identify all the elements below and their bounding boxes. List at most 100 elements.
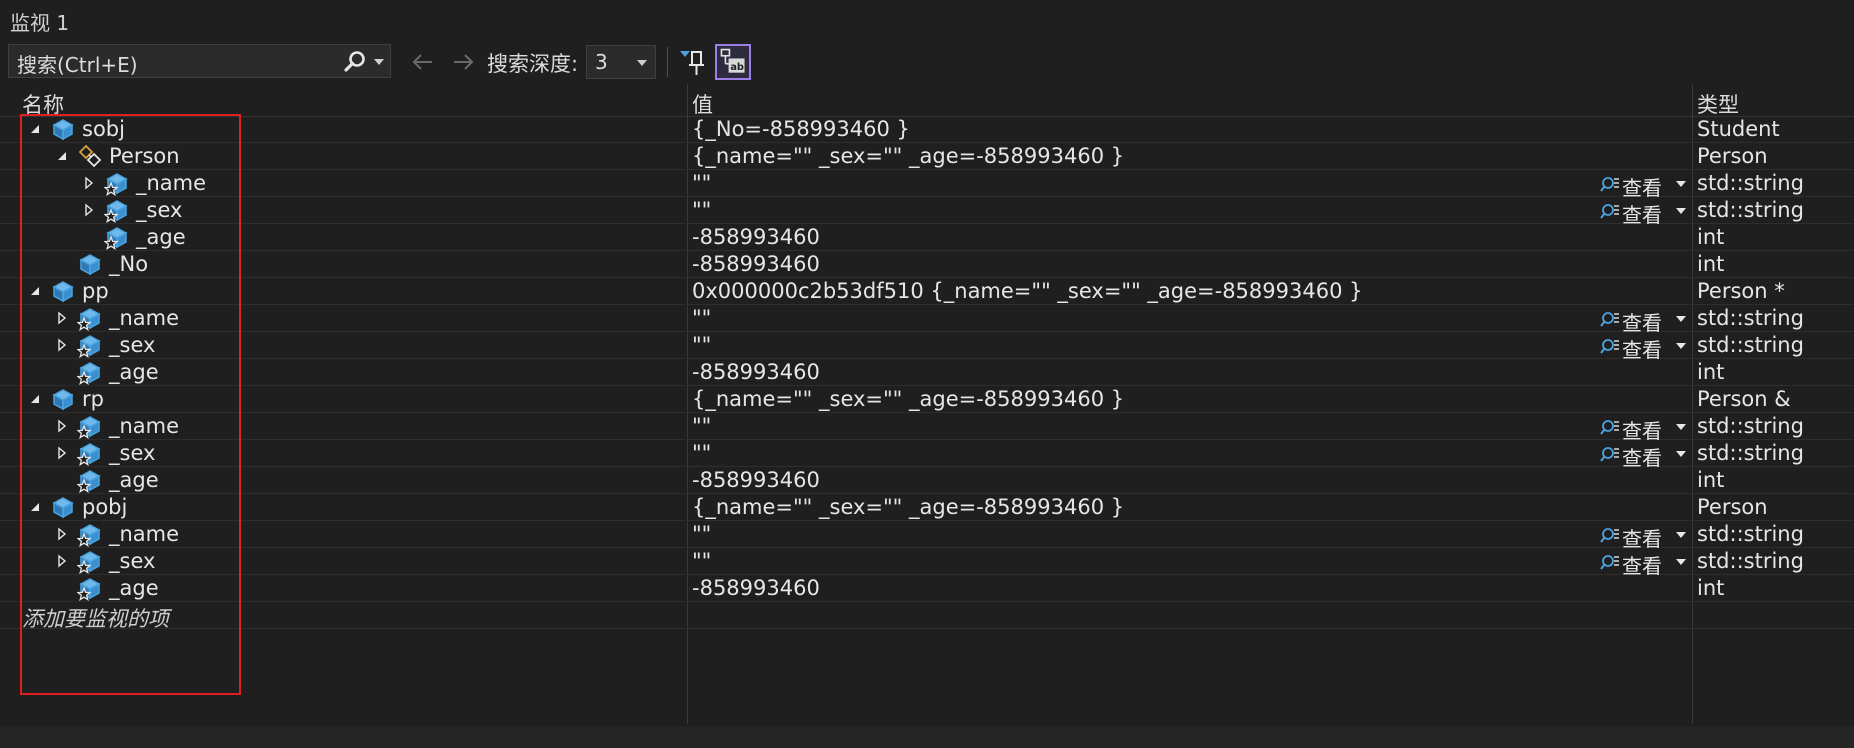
row-name: _sex: [136, 198, 183, 222]
collapsed-arrow-icon[interactable]: [55, 554, 69, 568]
row-value[interactable]: 0x000000c2b53df510 {_name="" _sex="" _ag…: [692, 279, 1362, 303]
row-type: Person &: [1697, 387, 1791, 411]
protected-field-icon: [77, 335, 101, 358]
chevron-down-icon[interactable]: [1676, 181, 1686, 187]
chevron-down-icon[interactable]: [1676, 316, 1686, 322]
expanded-arrow-icon[interactable]: [28, 284, 42, 298]
row-value[interactable]: "": [692, 549, 711, 573]
collapsed-arrow-icon[interactable]: [82, 203, 96, 217]
expanded-arrow-icon[interactable]: [55, 149, 69, 163]
magnifier-icon: [1600, 528, 1619, 543]
row-type: std::string: [1697, 414, 1804, 438]
watch-grid: 名称 值 类型 sobj {_No=-858993460 } Student Pers…: [0, 84, 1854, 748]
magnifier-icon: [1600, 555, 1619, 570]
chevron-down-icon[interactable]: [1676, 208, 1686, 214]
chevron-down-icon[interactable]: [637, 60, 647, 66]
row-value[interactable]: "": [692, 198, 711, 222]
column-header-type[interactable]: 类型: [1697, 89, 1739, 119]
watch-row[interactable]: _sex "" 查看 std::string: [0, 332, 1854, 362]
row-value[interactable]: -858993460: [692, 225, 820, 249]
row-type: int: [1697, 252, 1725, 276]
chevron-down-icon[interactable]: [1676, 343, 1686, 349]
protected-field-icon: [77, 308, 101, 331]
watch-row[interactable]: _sex "" 查看 std::string: [0, 197, 1854, 227]
chevron-down-icon[interactable]: [1676, 424, 1686, 430]
watch-row[interactable]: _age -858993460 int: [0, 575, 1854, 602]
collapsed-arrow-icon[interactable]: [55, 311, 69, 325]
row-value[interactable]: "": [692, 522, 711, 546]
row-value[interactable]: {_name="" _sex="" _age=-858993460 }: [692, 144, 1124, 168]
row-value[interactable]: -858993460: [692, 252, 820, 276]
display-format-toggle-icon[interactable]: ab: [715, 44, 751, 80]
row-value[interactable]: {_name="" _sex="" _age=-858993460 }: [692, 387, 1124, 411]
search-depth-label: 搜索深度:: [487, 52, 579, 76]
column-header-name[interactable]: 名称: [22, 89, 64, 119]
pin-icon[interactable]: [678, 45, 710, 79]
collapsed-arrow-icon[interactable]: [55, 446, 69, 460]
row-name: _name: [109, 414, 180, 438]
row-value[interactable]: "": [692, 171, 711, 195]
watch-row[interactable]: _age -858993460 int: [0, 359, 1854, 386]
row-name: _name: [109, 306, 180, 330]
watch-row[interactable]: pobj {_name="" _sex="" _age=-858993460 } P…: [0, 494, 1854, 521]
search-depth-select[interactable]: 3: [586, 45, 656, 79]
row-name: sobj: [82, 117, 125, 141]
watch-row[interactable]: _name "" 查看 std::string: [0, 305, 1854, 335]
row-value[interactable]: "": [692, 333, 711, 357]
toolbar-separator: [667, 47, 668, 77]
row-value[interactable]: "": [692, 306, 711, 330]
row-value[interactable]: {_No=-858993460 }: [692, 117, 910, 141]
collapsed-arrow-icon[interactable]: [55, 527, 69, 541]
watch-row[interactable]: _sex "" 查看 std::string: [0, 440, 1854, 470]
watch-row[interactable]: _name "" 查看 std::string: [0, 521, 1854, 551]
watch-row[interactable]: _age -858993460 int: [0, 224, 1854, 251]
expanded-arrow-icon[interactable]: [28, 392, 42, 406]
search-icon[interactable]: [342, 49, 368, 75]
magnifier-icon: [1600, 204, 1619, 219]
search-next-icon[interactable]: [450, 49, 476, 75]
chevron-down-icon[interactable]: [1676, 532, 1686, 538]
row-value[interactable]: -858993460: [692, 468, 820, 492]
chevron-down-icon[interactable]: [1676, 451, 1686, 457]
row-value[interactable]: -858993460: [692, 360, 820, 384]
expanded-arrow-icon[interactable]: [28, 122, 42, 136]
object-icon: [52, 389, 74, 411]
watch-row[interactable]: _name "" 查看 std::string: [0, 170, 1854, 200]
expanded-arrow-icon[interactable]: [28, 500, 42, 514]
horizontal-scrollbar[interactable]: [0, 726, 1854, 748]
window-title-bar: 监视 1: [0, 0, 1854, 40]
add-watch-placeholder[interactable]: 添加要监视的项: [22, 603, 169, 633]
column-header-value[interactable]: 值: [692, 89, 713, 119]
row-value[interactable]: -858993460: [692, 576, 820, 600]
protected-field-icon: [104, 173, 128, 196]
watch-row[interactable]: _sex "" 查看 std::string: [0, 548, 1854, 578]
row-name: _sex: [109, 333, 156, 357]
watch-row[interactable]: _age -858993460 int: [0, 467, 1854, 494]
search-previous-icon[interactable]: [410, 49, 436, 75]
search-input[interactable]: 搜索(Ctrl+E): [17, 49, 138, 78]
magnifier-icon: [1600, 312, 1619, 327]
row-value[interactable]: "": [692, 414, 711, 438]
collapsed-arrow-icon[interactable]: [55, 338, 69, 352]
row-value[interactable]: {_name="" _sex="" _age=-858993460 }: [692, 495, 1124, 519]
base-class-icon: [78, 144, 102, 168]
collapsed-arrow-icon[interactable]: [55, 419, 69, 433]
protected-field-icon: [77, 470, 101, 493]
row-name: _sex: [109, 549, 156, 573]
watch-row[interactable]: pp 0x000000c2b53df510 {_name="" _sex="" _…: [0, 278, 1854, 305]
add-watch-row[interactable]: 添加要监视的项: [0, 602, 1854, 631]
row-type: std::string: [1697, 522, 1804, 546]
watch-row[interactable]: rp {_name="" _sex="" _age=-858993460 } Per…: [0, 386, 1854, 413]
watch-row[interactable]: sobj {_No=-858993460 } Student: [0, 116, 1854, 143]
watch-row[interactable]: _No -858993460 int: [0, 251, 1854, 278]
watch-row[interactable]: Person {_name="" _sex="" _age=-858993460 …: [0, 143, 1854, 170]
search-dropdown-icon[interactable]: [374, 59, 384, 65]
row-type: std::string: [1697, 198, 1804, 222]
search-box[interactable]: 搜索(Ctrl+E): [8, 44, 391, 78]
protected-field-icon: [77, 524, 101, 547]
chevron-down-icon[interactable]: [1676, 559, 1686, 565]
watch-row[interactable]: _name "" 查看 std::string: [0, 413, 1854, 443]
row-value[interactable]: "": [692, 441, 711, 465]
collapsed-arrow-icon[interactable]: [82, 176, 96, 190]
magnifier-icon: [1600, 447, 1619, 462]
